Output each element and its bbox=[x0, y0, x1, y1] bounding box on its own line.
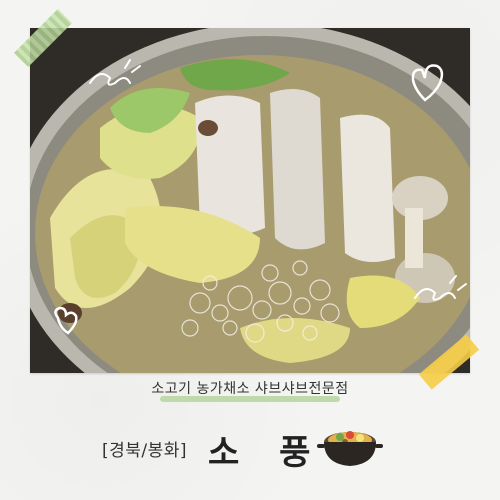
hotpot-photo bbox=[30, 28, 470, 373]
subtitle: 소고기 농가채소 샤브샤브전문점 bbox=[151, 381, 349, 397]
region-label: [경북/봉화] bbox=[102, 441, 188, 461]
subtitle-underline bbox=[160, 396, 340, 402]
hotpot-icon bbox=[315, 422, 385, 472]
store-name: 소 풍 bbox=[208, 433, 325, 473]
